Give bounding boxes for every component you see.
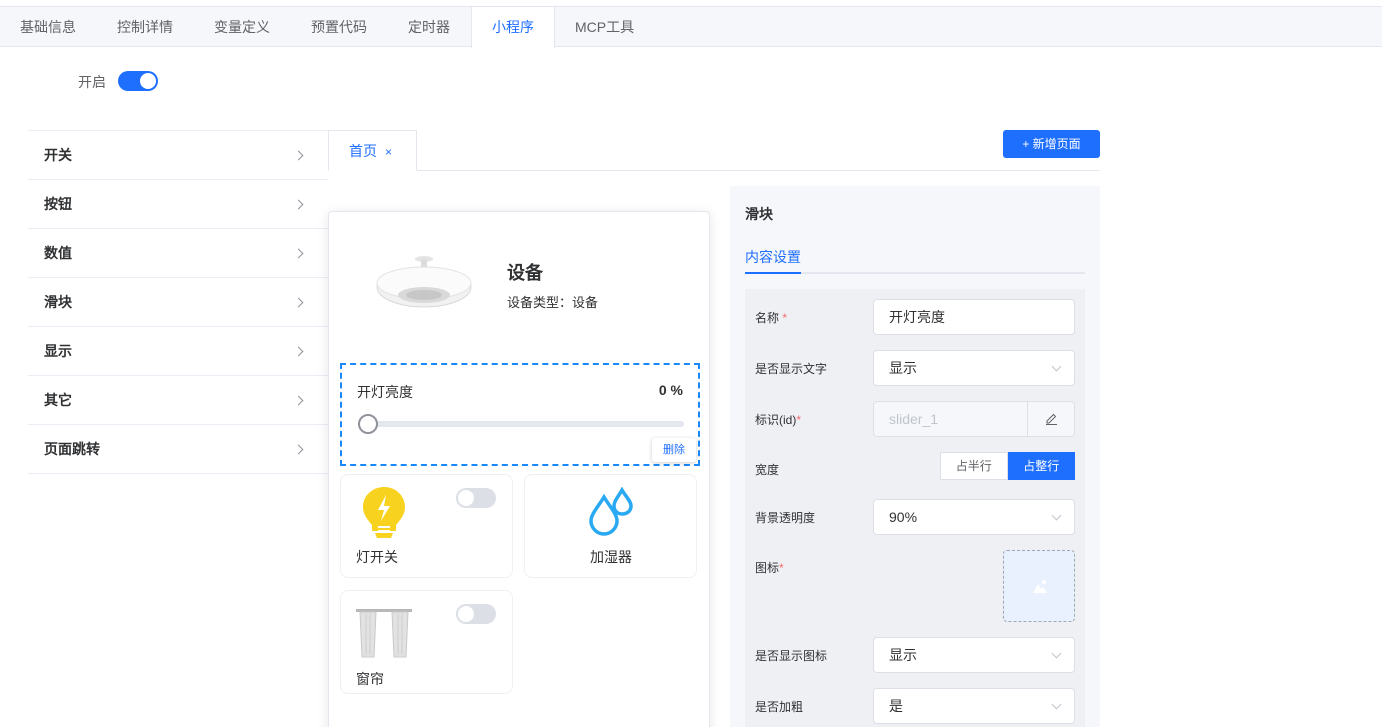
tab-basic-info[interactable]: 基础信息 [0, 7, 97, 47]
slider-handle[interactable] [358, 414, 378, 434]
icon-upload[interactable] [1003, 550, 1075, 622]
enable-label: 开启 [78, 74, 106, 90]
tab-preset-code[interactable]: 预置代码 [291, 7, 388, 47]
category-switch[interactable]: 开关 [28, 131, 328, 180]
id-label: 标识(id)* [755, 413, 802, 427]
show-text-select[interactable]: 显示 [873, 350, 1075, 386]
opacity-select[interactable]: 90% [873, 499, 1075, 535]
slider-widget[interactable]: 开灯亮度 0 % 删除 [340, 363, 700, 466]
chevron-right-icon [293, 150, 304, 160]
chevron-right-icon [293, 395, 304, 405]
switch-knob [140, 73, 156, 89]
settings-form: 名称 * 开灯亮度 是否显示文字 显示 标识(id)* slider_1 宽度 … [745, 289, 1085, 727]
device-title: 设备 [507, 263, 543, 283]
category-label: 显示 [44, 343, 72, 359]
category-number[interactable]: 数值 [28, 229, 328, 278]
opacity-label: 背景透明度 [755, 511, 816, 525]
width-label: 宽度 [755, 463, 780, 477]
switch-knob [458, 606, 474, 622]
slider-value: 0 % [658, 382, 683, 398]
category-label: 页面跳转 [44, 441, 100, 457]
chevron-right-icon [293, 297, 304, 307]
slider-name: 开灯亮度 [357, 384, 413, 400]
id-input[interactable]: slider_1 [873, 401, 1075, 437]
pencil-icon [1046, 413, 1057, 425]
tab-mcp-tools[interactable]: MCP工具 [555, 7, 655, 47]
page-tab-label: 首页 [349, 143, 377, 159]
category-slider[interactable]: 滑块 [28, 278, 328, 327]
card-curtain[interactable]: 窗帘 [340, 590, 513, 694]
close-icon[interactable]: × [385, 145, 392, 159]
width-full-option[interactable]: 占整行 [1007, 452, 1075, 480]
properties-panel: 滑块 内容设置 名称 * 开灯亮度 是否显示文字 显示 标识(id)* slid… [730, 186, 1100, 727]
bulb-icon [363, 487, 405, 538]
bold-label: 是否加粗 [755, 700, 804, 714]
select-value: 显示 [889, 647, 917, 663]
props-tab-indicator [745, 272, 801, 274]
id-value: slider_1 [889, 411, 939, 427]
category-label: 滑块 [44, 294, 72, 310]
tab-content-settings[interactable]: 内容设置 [745, 247, 801, 267]
props-title: 滑块 [745, 206, 773, 222]
category-label: 开关 [44, 147, 72, 163]
chevron-right-icon [293, 346, 304, 356]
slider-track[interactable] [362, 421, 684, 427]
chevron-down-icon [1051, 510, 1062, 521]
category-button[interactable]: 按钮 [28, 180, 328, 229]
chevron-down-icon [1051, 699, 1062, 710]
category-page-jump[interactable]: 页面跳转 [28, 425, 328, 474]
chevron-down-icon [1051, 648, 1062, 659]
chevron-right-icon [293, 248, 304, 258]
card-label: 灯开关 [356, 549, 398, 565]
icon-label: 图标* [755, 561, 784, 575]
water-drops-icon [589, 487, 633, 536]
top-tabs: 基础信息 控制详情 变量定义 预置代码 定时器 小程序 MCP工具 [0, 7, 1382, 48]
card-light-switch[interactable]: 灯开关 [340, 474, 513, 578]
card-humidifier[interactable]: 加湿器 [524, 474, 697, 578]
edit-id-button[interactable] [1027, 402, 1074, 436]
tab-timer[interactable]: 定时器 [388, 7, 471, 47]
curtain-toggle[interactable] [456, 604, 496, 624]
select-value: 90% [889, 509, 918, 525]
name-label: 名称 * [755, 311, 788, 325]
add-page-button[interactable]: + 新增页面 [1003, 130, 1100, 158]
show-icon-select[interactable]: 显示 [873, 637, 1075, 673]
switch-knob [458, 490, 474, 506]
category-label: 数值 [44, 245, 72, 261]
light-switch-toggle[interactable] [456, 488, 496, 508]
tab-mini-program[interactable]: 小程序 [471, 7, 555, 48]
component-category-list: 开关 按钮 数值 滑块 显示 其它 页面跳转 [28, 130, 328, 474]
select-value: 是 [889, 698, 903, 714]
width-segmented: 占半行 占整行 [940, 452, 1075, 480]
name-input[interactable]: 开灯亮度 [873, 299, 1075, 335]
card-label: 窗帘 [356, 671, 384, 687]
enable-switch[interactable] [118, 71, 158, 91]
bold-select[interactable]: 是 [873, 688, 1075, 724]
device-type: 设备类型：设备 [507, 295, 599, 310]
chevron-right-icon [293, 444, 304, 454]
category-label: 按钮 [44, 196, 72, 212]
width-half-option[interactable]: 占半行 [940, 452, 1008, 480]
card-label: 加湿器 [590, 549, 632, 565]
curtain-icon [356, 609, 412, 658]
category-other[interactable]: 其它 [28, 376, 328, 425]
image-placeholder-icon [1033, 580, 1047, 593]
show-icon-label: 是否显示图标 [755, 649, 828, 663]
category-display[interactable]: 显示 [28, 327, 328, 376]
select-value: 显示 [889, 360, 917, 376]
show-text-label: 是否显示文字 [755, 362, 828, 376]
delete-button[interactable]: 删除 [652, 438, 696, 462]
phone-preview: 设备 设备类型：设备 开灯亮度 0 % 删除 灯开关 加湿器 窗帘 [328, 211, 710, 727]
tab-variables[interactable]: 变量定义 [194, 7, 291, 47]
category-label: 其它 [44, 392, 72, 408]
page-tabs-divider [328, 170, 1100, 171]
chevron-down-icon [1051, 361, 1062, 372]
chevron-right-icon [293, 199, 304, 209]
tab-control-detail[interactable]: 控制详情 [97, 7, 194, 47]
ceiling-fan-image [376, 256, 472, 308]
page-tab-home[interactable]: 首页 × [328, 130, 417, 171]
